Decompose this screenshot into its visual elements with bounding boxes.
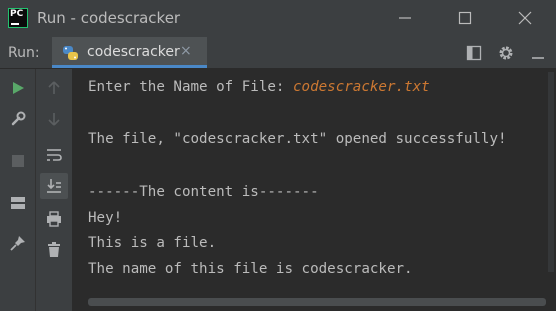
tab-label: codescracker [87,44,180,60]
window-title: Run - codescracker [37,9,181,27]
left-tool-gutter [0,69,36,311]
layout-icon[interactable] [10,196,26,210]
minimize-panel-icon[interactable] [530,45,546,61]
tab-close-button[interactable]: × [180,43,192,59]
up-arrow-icon[interactable] [47,81,61,95]
console-line: Hey! [88,210,123,226]
trash-icon[interactable] [47,242,61,258]
maximize-icon [458,11,472,25]
maximize-button[interactable] [436,0,496,37]
console-output[interactable]: Enter the Name of File: codescracker.txt… [72,69,556,311]
wrench-icon[interactable] [10,111,26,127]
close-button[interactable] [496,0,556,37]
close-icon [518,11,532,25]
console-line: This is a file. [88,235,217,251]
python-icon [63,46,78,60]
vertical-scrollbar[interactable] [548,72,554,272]
console-line: The name of this file is codescracker. [88,261,413,277]
minimize-button[interactable] [376,0,436,37]
horizontal-scrollbar[interactable] [88,298,546,306]
pin-icon[interactable] [10,235,26,251]
tab-active-indicator [52,65,207,68]
minimize-icon [399,17,411,19]
tab-codescracker[interactable]: codescracker × [52,37,207,68]
scroll-to-end-icon [47,179,61,193]
console-line: ------The content is------- [88,184,319,200]
console-prompt-line: Enter the Name of File: codescracker.txt [88,79,430,95]
pycharm-icon: PC [8,8,28,28]
gear-icon[interactable] [497,44,515,62]
console-tool-gutter [36,69,72,311]
run-icon[interactable] [11,81,25,95]
scroll-to-end-button[interactable] [40,173,68,199]
console-prompt: Enter the Name of File: [88,79,293,95]
run-label: Run: [8,45,40,61]
restore-layout-icon[interactable] [466,45,482,61]
app-icon-text: PC [10,9,24,19]
console-line: The file, "codescracker.txt" opened succ… [88,131,507,147]
console-input-value: codescracker.txt [293,79,430,95]
down-arrow-icon[interactable] [47,112,61,126]
title-bar: PC Run - codescracker [0,0,556,37]
print-icon[interactable] [46,211,62,227]
run-toolbar: Run: codescracker × [0,37,556,69]
soft-wrap-icon[interactable] [46,148,62,162]
stop-icon[interactable] [11,154,25,168]
